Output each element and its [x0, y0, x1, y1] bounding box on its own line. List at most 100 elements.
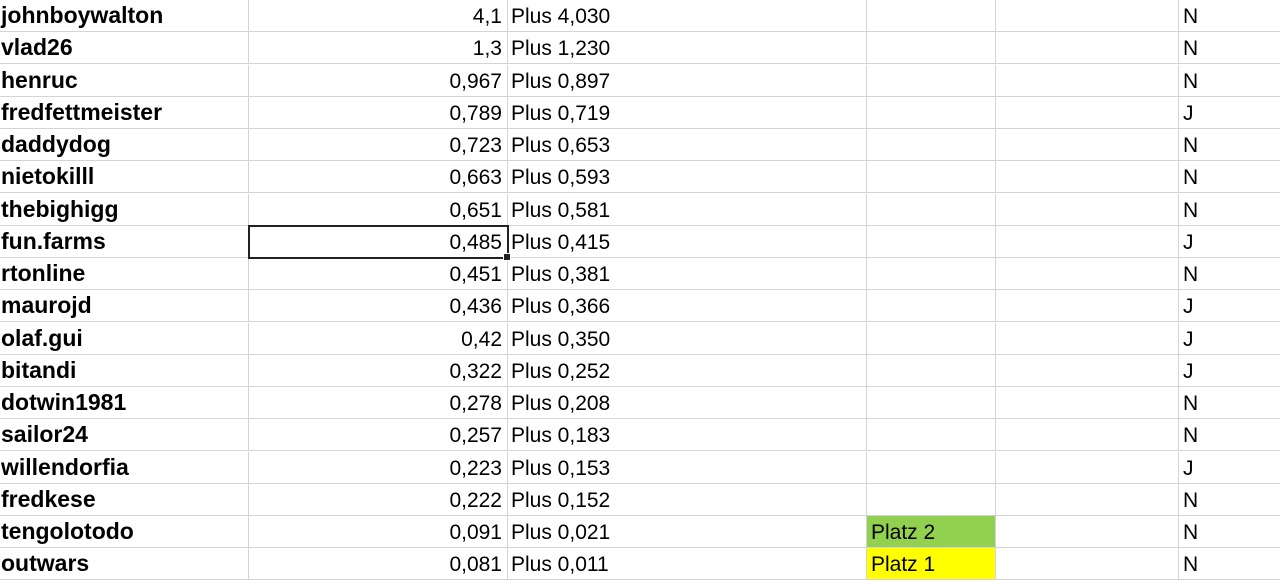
cell-flag[interactable]: N [1179, 387, 1280, 419]
fill-handle[interactable] [503, 252, 511, 261]
cell-empty[interactable] [996, 483, 1179, 516]
cell-platz[interactable]: Platz 1 [867, 548, 996, 581]
cell-empty[interactable] [996, 129, 1179, 161]
cell-value[interactable]: 0,651 [249, 193, 508, 226]
cell-platz[interactable] [867, 387, 996, 419]
cell-value[interactable]: 0,436 [249, 290, 508, 323]
cell-value[interactable]: 0,223 [249, 451, 508, 484]
cell-value[interactable]: 0,091 [249, 516, 508, 548]
cell-name[interactable]: willendorfia [0, 451, 249, 484]
cell-plus[interactable]: Plus 0,021 [508, 516, 867, 548]
cell-platz[interactable] [867, 64, 996, 97]
cell-flag[interactable]: J [1179, 323, 1280, 355]
cell-value[interactable]: 0,789 [249, 96, 508, 129]
cell-value[interactable]: 0,663 [249, 161, 508, 194]
cell-plus[interactable]: Plus 0,897 [508, 64, 867, 97]
cell-flag[interactable]: N [1179, 484, 1280, 516]
cell-empty[interactable] [996, 548, 1179, 581]
cell-name[interactable]: fun.farms [0, 225, 249, 258]
cell-plus[interactable]: Plus 0,152 [508, 483, 867, 516]
cell-empty[interactable] [996, 32, 1179, 65]
cell-platz[interactable] [867, 419, 996, 452]
cell-plus[interactable]: Plus 0,252 [508, 354, 867, 387]
cell-platz[interactable] [867, 354, 996, 387]
cell-plus[interactable]: Plus 0,183 [508, 419, 867, 452]
cell-flag[interactable]: J [1179, 226, 1280, 258]
cell-flag[interactable]: N [1179, 0, 1280, 32]
cell-plus[interactable]: Plus 0,581 [508, 193, 867, 226]
cell-empty[interactable] [996, 0, 1179, 32]
cell-platz[interactable] [867, 129, 996, 161]
cell-empty[interactable] [996, 161, 1179, 194]
cell-platz[interactable] [867, 322, 996, 355]
cell-flag[interactable]: J [1179, 452, 1280, 484]
cell-empty[interactable] [996, 258, 1179, 290]
cell-plus[interactable]: Plus 0,153 [508, 451, 867, 484]
cell-value[interactable]: 4,1 [249, 0, 508, 32]
cell-plus[interactable]: Plus 0,593 [508, 161, 867, 194]
cell-plus[interactable]: Plus 0,208 [508, 387, 867, 419]
cell-value[interactable]: 0,222 [249, 483, 508, 516]
cell-value[interactable]: 0,322 [249, 354, 508, 387]
cell-name[interactable]: daddydog [0, 129, 249, 161]
cell-flag[interactable]: N [1179, 161, 1280, 194]
cell-empty[interactable] [996, 322, 1179, 355]
cell-value[interactable]: 0,081 [249, 548, 508, 581]
selected-cell[interactable]: 0,485 [248, 224, 511, 261]
cell-flag[interactable]: J [1179, 355, 1280, 387]
cell-flag[interactable]: N [1179, 129, 1280, 161]
cell-platz[interactable]: Platz 2 [867, 516, 996, 548]
cell-plus[interactable]: Plus 1,230 [508, 32, 867, 65]
cell-platz[interactable] [867, 451, 996, 484]
cell-plus[interactable]: Plus 0,366 [508, 290, 867, 323]
cell-empty[interactable] [996, 419, 1179, 452]
cell-flag[interactable]: N [1179, 194, 1280, 226]
cell-empty[interactable] [996, 354, 1179, 387]
cell-flag[interactable]: N [1179, 65, 1280, 97]
cell-flag[interactable]: J [1179, 290, 1280, 323]
cell-plus[interactable]: Plus 0,381 [508, 258, 867, 290]
cell-platz[interactable] [867, 32, 996, 65]
cell-name[interactable]: tengolotodo [0, 516, 249, 548]
cell-value[interactable]: 0,257 [249, 419, 508, 452]
cell-empty[interactable] [996, 96, 1179, 129]
cell-name[interactable]: rtonline [0, 258, 249, 290]
cell-empty[interactable] [996, 225, 1179, 258]
cell-empty[interactable] [996, 387, 1179, 419]
cell-plus[interactable]: Plus 4,030 [508, 0, 867, 32]
cell-name[interactable]: henruc [0, 64, 249, 97]
cell-platz[interactable] [867, 483, 996, 516]
cell-name[interactable]: maurojd [0, 290, 249, 323]
cell-platz[interactable] [867, 161, 996, 194]
cell-plus[interactable]: Plus 0,011 [508, 548, 867, 581]
cell-name[interactable]: bitandi [0, 354, 249, 387]
cell-empty[interactable] [996, 193, 1179, 226]
cell-flag[interactable]: N [1179, 32, 1280, 65]
cell-value[interactable]: 0,723 [249, 129, 508, 161]
cell-plus[interactable]: Plus 0,653 [508, 129, 867, 161]
cell-flag[interactable]: N [1179, 548, 1280, 581]
cell-empty[interactable] [996, 64, 1179, 97]
cell-value[interactable]: 0,42 [249, 322, 508, 355]
cell-value[interactable]: 0,451 [249, 258, 508, 290]
cell-flag[interactable]: N [1179, 419, 1280, 452]
cell-flag[interactable]: N [1179, 258, 1280, 290]
cell-plus[interactable]: Plus 0,719 [508, 96, 867, 129]
cell-platz[interactable] [867, 0, 996, 32]
cell-value[interactable]: 0,278 [249, 387, 508, 419]
cell-name[interactable]: nietokilll [0, 161, 249, 194]
cell-empty[interactable] [996, 290, 1179, 323]
cell-empty[interactable] [996, 451, 1179, 484]
cell-flag[interactable]: N [1179, 516, 1280, 548]
cell-name[interactable]: johnboywalton [0, 0, 249, 32]
cell-name[interactable]: fredfettmeister [0, 96, 249, 129]
cell-platz[interactable] [867, 193, 996, 226]
cell-plus[interactable]: Plus 0,350 [508, 322, 867, 355]
cell-platz[interactable] [867, 290, 996, 323]
cell-name[interactable]: thebighigg [0, 193, 249, 226]
cell-platz[interactable] [867, 258, 996, 290]
cell-name[interactable]: outwars [0, 548, 249, 581]
cell-value[interactable]: 0,967 [249, 64, 508, 97]
cell-flag[interactable]: J [1179, 97, 1280, 129]
cell-platz[interactable] [867, 96, 996, 129]
